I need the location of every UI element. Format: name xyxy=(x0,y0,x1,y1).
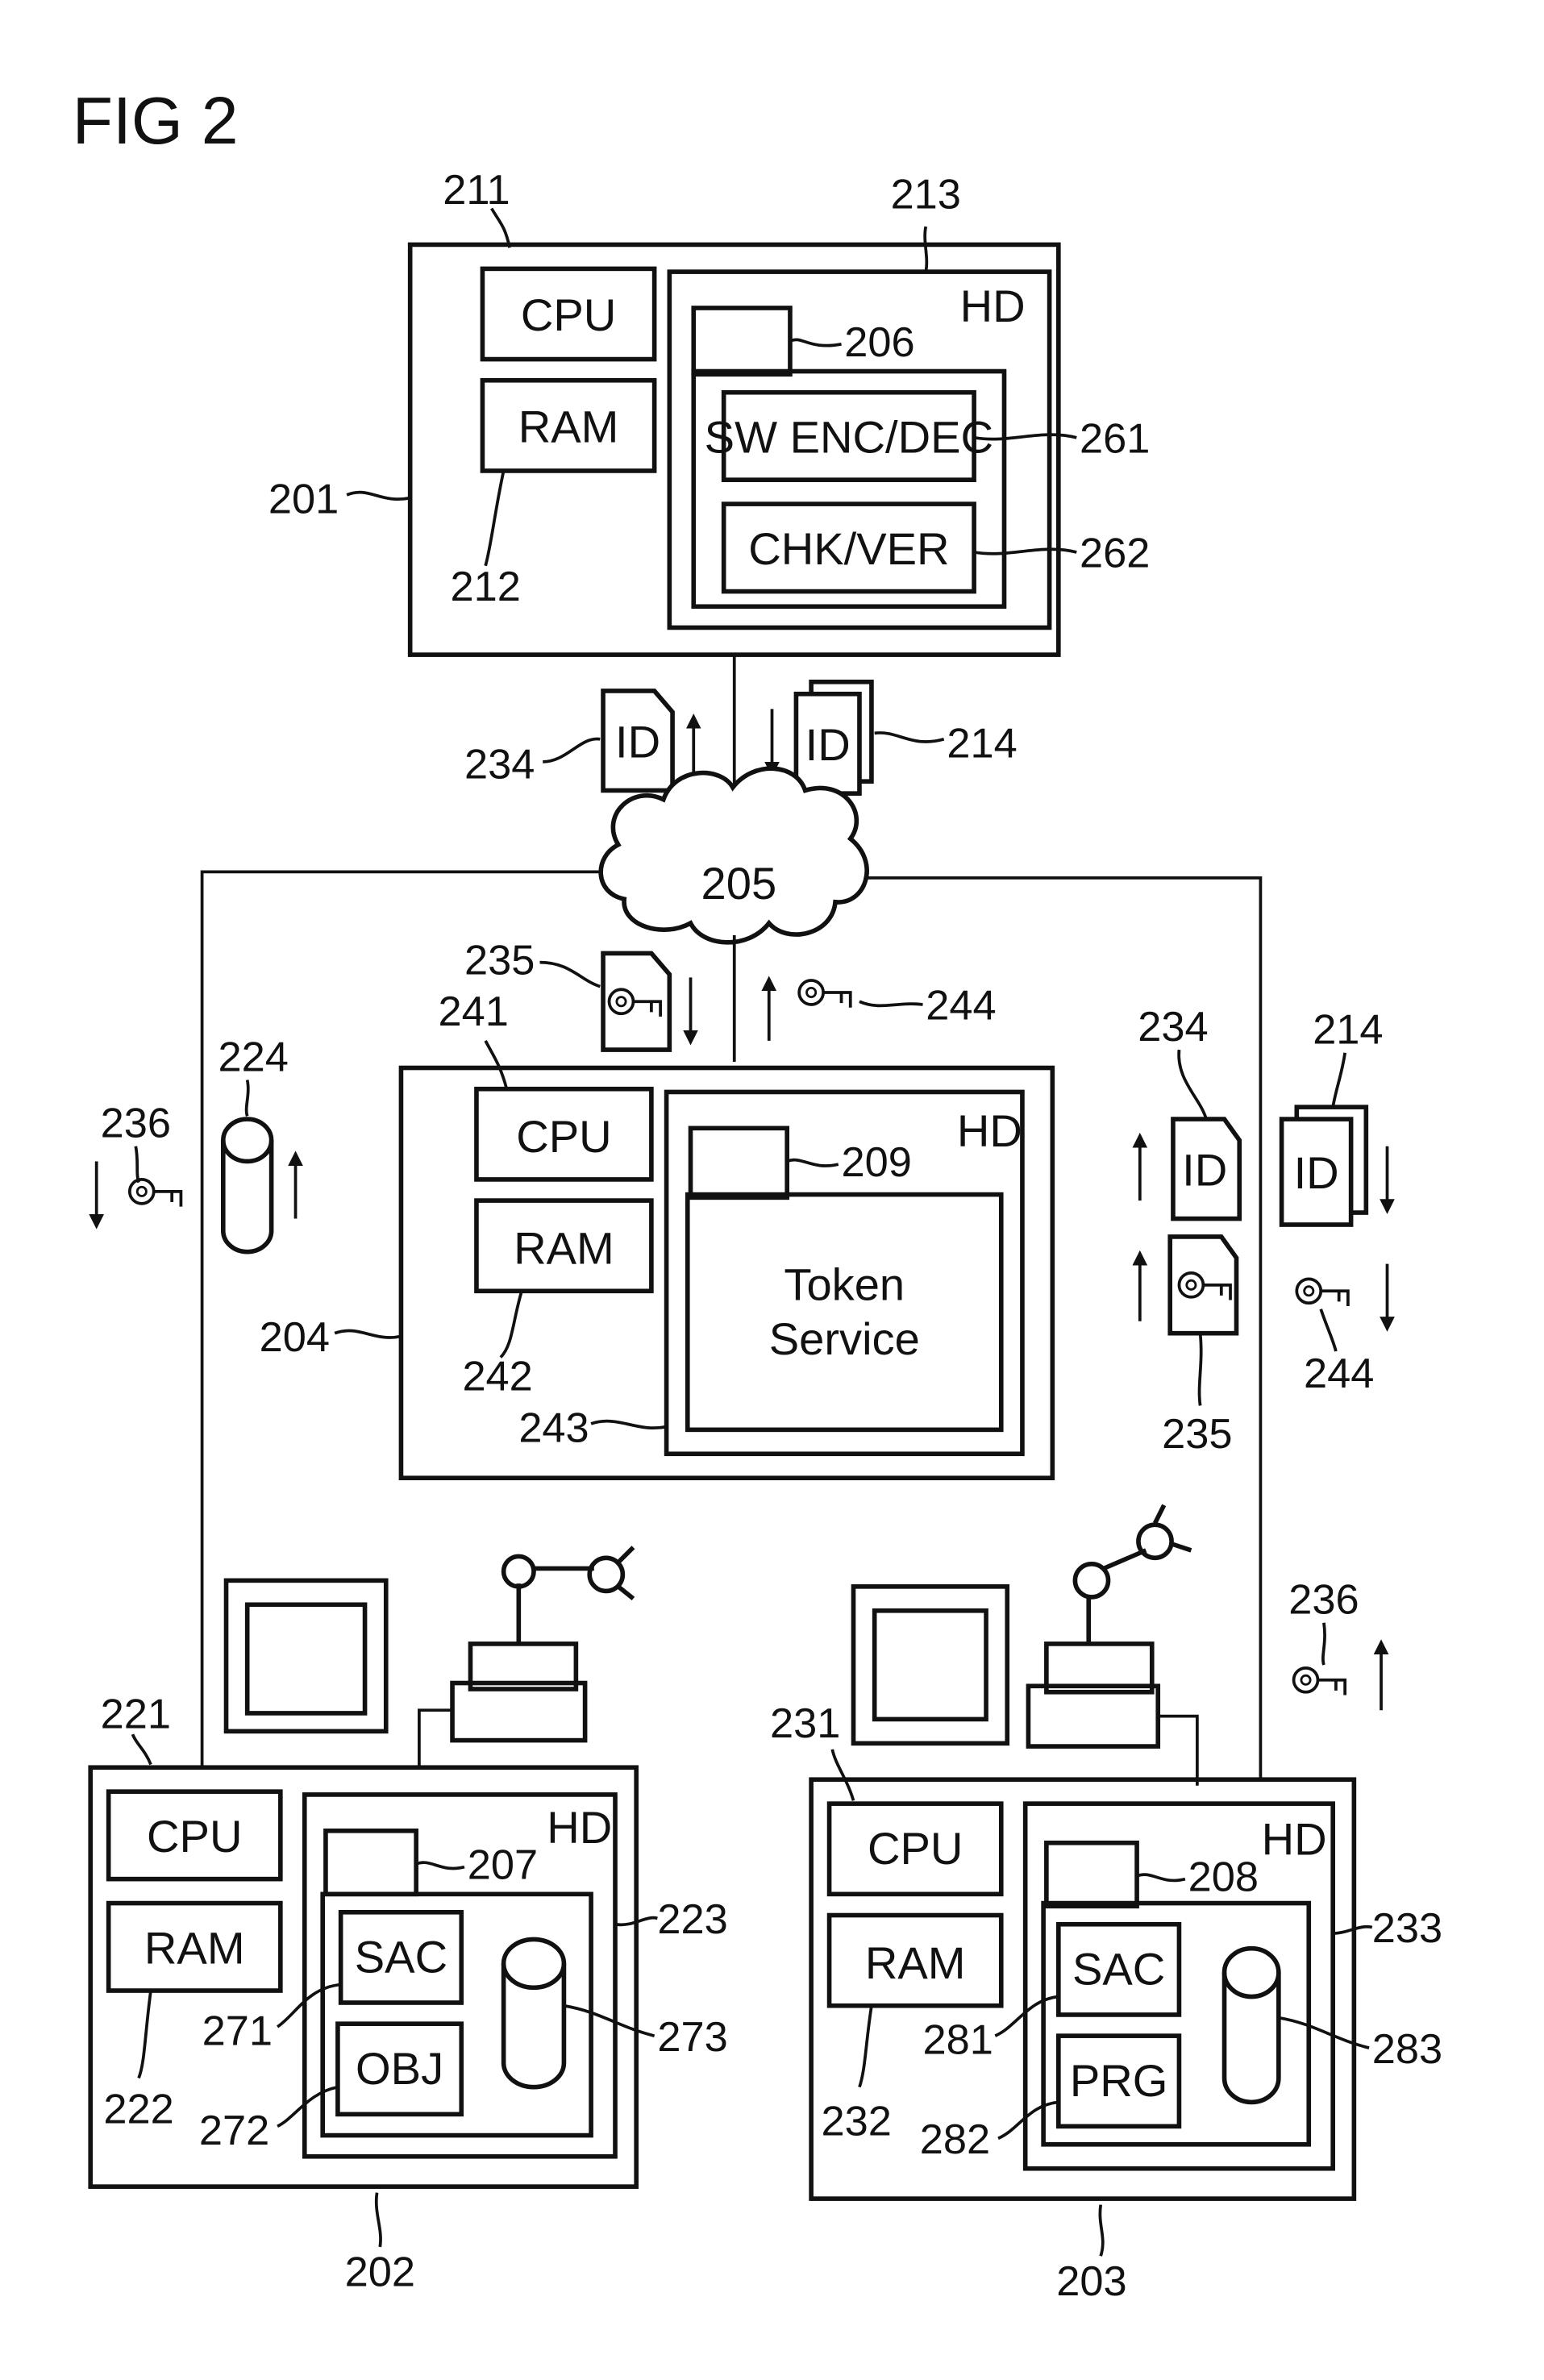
ref-207: 207 xyxy=(468,1842,538,1889)
ref-262: 262 xyxy=(1080,531,1150,577)
ref-203: 203 xyxy=(1056,2258,1126,2305)
ref-214: 214 xyxy=(947,720,1017,767)
ref-231: 231 xyxy=(770,1700,840,1747)
ref-208: 208 xyxy=(1188,1854,1259,1901)
client-203-peripherals xyxy=(851,1504,1199,1786)
program-tab xyxy=(688,1126,790,1200)
prg-label: PRG xyxy=(1070,2055,1168,2106)
robot-arm-icon xyxy=(501,1554,536,1589)
ref-235: 235 xyxy=(1162,1411,1232,1458)
ref-273: 273 xyxy=(657,2014,727,2061)
ref-272: 272 xyxy=(199,2107,269,2154)
cpu-label: CPU xyxy=(521,289,616,340)
transfer-mid: 235 244 xyxy=(464,938,997,1052)
robot-arm-icon xyxy=(1072,1561,1111,1600)
obj-label: OBJ xyxy=(356,2043,443,2094)
program-box xyxy=(320,1891,593,2138)
ref-236: 236 xyxy=(1288,1577,1359,1624)
server-201: CPU RAM HD SW ENC/DEC CHK/VER 211 212 21… xyxy=(268,167,1150,657)
ref-234: 234 xyxy=(1138,1004,1208,1051)
ref-244: 244 xyxy=(926,983,996,1030)
ref-204: 204 xyxy=(260,1314,330,1361)
ref-223: 223 xyxy=(657,1896,727,1943)
ref-221: 221 xyxy=(101,1691,171,1738)
ref-271: 271 xyxy=(202,2008,273,2054)
ram-label: RAM xyxy=(144,1922,245,1973)
sac-label: SAC xyxy=(1072,1944,1165,1995)
program-tab xyxy=(1044,1840,1139,1909)
client-202-peripherals xyxy=(223,1546,635,1768)
ref-209: 209 xyxy=(842,1139,912,1186)
ref-224: 224 xyxy=(218,1034,288,1080)
ref-242: 242 xyxy=(462,1354,532,1400)
id-label: ID xyxy=(1294,1147,1339,1198)
ref-233: 233 xyxy=(1372,1905,1442,1952)
program-tab xyxy=(691,306,793,377)
ref-213: 213 xyxy=(891,172,961,218)
key-icon xyxy=(127,1178,183,1209)
ref-201: 201 xyxy=(268,476,339,522)
ref-202: 202 xyxy=(345,2249,415,2296)
ref-282: 282 xyxy=(920,2116,990,2163)
ref-235: 235 xyxy=(464,938,535,984)
program-box xyxy=(1041,1900,1312,2147)
left-side-transfer: 236 224 xyxy=(89,1034,303,1254)
hd-label: HD xyxy=(1262,1814,1327,1865)
ref-261: 261 xyxy=(1080,416,1150,463)
key-icon xyxy=(797,979,852,1009)
id-label: ID xyxy=(615,716,660,767)
token-service-box xyxy=(685,1192,1004,1433)
chk-ver-label: CHK/VER xyxy=(748,523,949,574)
hd-label: HD xyxy=(960,281,1026,331)
token-service-line1: Token xyxy=(784,1259,905,1310)
hd-label: HD xyxy=(957,1105,1022,1156)
cpu-label: CPU xyxy=(147,1811,242,1862)
key-icon xyxy=(607,988,662,1018)
ref-214: 214 xyxy=(1313,1007,1383,1054)
sac-label: SAC xyxy=(355,1932,447,1983)
ref-232: 232 xyxy=(822,2099,892,2145)
fig2-diagram: FIG 2 CPU RAM HD SW ENC/DEC CHK/VER 211 … xyxy=(73,85,1442,2305)
key-icon xyxy=(1295,1277,1350,1308)
right-side-transfer: 234 ID 235 214 ID 244 236 xyxy=(1132,1004,1395,1711)
ref-212: 212 xyxy=(450,564,520,610)
sw-encdec-label: SW ENC/DEC xyxy=(705,412,993,463)
cpu-label: CPU xyxy=(868,1823,963,1874)
id-label: ID xyxy=(1182,1144,1227,1195)
ref-244: 244 xyxy=(1304,1350,1374,1397)
hd-label: HD xyxy=(547,1802,612,1853)
ref-234: 234 xyxy=(464,741,535,788)
token-service-line2: Service xyxy=(769,1313,920,1364)
ref-243: 243 xyxy=(518,1404,589,1451)
client-203: CPU RAM HD SAC PRG 231 232 208 233 281 2… xyxy=(770,1700,1442,2305)
network-cloud-205: 205 xyxy=(598,766,869,945)
key-icon xyxy=(1177,1271,1232,1302)
token-server-204: CPU RAM HD Token Service 241 242 209 204… xyxy=(260,988,1055,1480)
ref-206: 206 xyxy=(844,319,914,366)
ref-222: 222 xyxy=(103,2087,173,2133)
ram-label: RAM xyxy=(518,401,619,451)
ref-211: 211 xyxy=(443,167,510,214)
program-tab xyxy=(323,1828,418,1897)
ram-label: RAM xyxy=(514,1223,614,1274)
ref-283: 283 xyxy=(1372,2026,1442,2073)
id-label: ID xyxy=(805,719,851,770)
ref-205: 205 xyxy=(701,858,777,909)
figure-title: FIG 2 xyxy=(73,85,239,158)
client-202: CPU RAM HD SAC OBJ 221 222 207 223 271 2… xyxy=(88,1691,728,2296)
cpu-label: CPU xyxy=(516,1111,611,1162)
key-icon xyxy=(1292,1666,1347,1697)
ram-label: RAM xyxy=(865,1937,966,1988)
ref-236: 236 xyxy=(101,1101,171,1147)
ref-281: 281 xyxy=(923,2017,993,2064)
ref-241: 241 xyxy=(439,988,509,1035)
